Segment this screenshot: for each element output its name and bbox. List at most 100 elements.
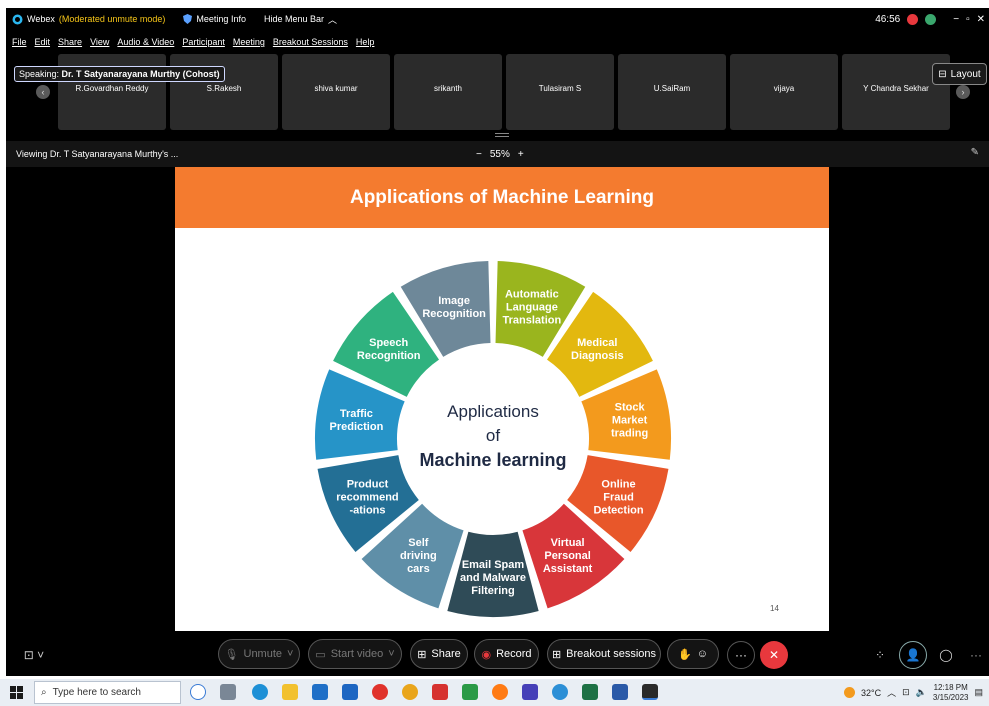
menu-help[interactable]: Help bbox=[356, 37, 375, 47]
emoji-icon: ☺ bbox=[696, 648, 708, 660]
menu-audio-video[interactable]: Audio & Video bbox=[117, 37, 174, 47]
wheel-label-line: and Malware bbox=[460, 572, 526, 584]
participants-icon[interactable]: 👤 bbox=[899, 641, 927, 669]
wheel-segment-label: Stock Market trading bbox=[611, 401, 648, 439]
webex-taskbar-icon[interactable] bbox=[642, 684, 658, 700]
participant-name: R.Govardhan Reddy bbox=[75, 84, 149, 93]
wheel-label-line: Stock bbox=[615, 401, 646, 413]
menu-edit[interactable]: Edit bbox=[35, 37, 51, 47]
system-tray: 32°C ︿ ⊡ 🔈 12:18 PM 3/15/2023 ▤ bbox=[844, 679, 983, 706]
chrome-icon[interactable] bbox=[402, 684, 418, 700]
firefox-icon[interactable] bbox=[492, 684, 508, 700]
ml-applications-wheel: Automatic Language Translation Medical Diagn… bbox=[315, 261, 671, 617]
record-button[interactable]: ◉ Record bbox=[474, 639, 539, 669]
record-label: Record bbox=[496, 648, 532, 660]
record-icon: ◉ bbox=[481, 648, 492, 661]
menu-file[interactable]: File bbox=[12, 37, 27, 47]
menu-bar: File Edit Share View Audio & Video Parti… bbox=[6, 34, 989, 50]
app-icon-green[interactable] bbox=[462, 684, 478, 700]
webex-logo-icon bbox=[12, 14, 23, 24]
search-icon: ⌕ bbox=[41, 687, 47, 698]
windows-start-icon[interactable] bbox=[10, 686, 23, 699]
wheel-label-line: Virtual bbox=[551, 537, 585, 549]
unmute-button[interactable]: 🎙 Unmute ˅ bbox=[218, 639, 300, 669]
annotate-icon[interactable]: ✎ bbox=[971, 147, 979, 158]
resize-handle[interactable] bbox=[495, 133, 509, 137]
wheel-label-line: Self bbox=[408, 537, 429, 549]
store-icon[interactable] bbox=[312, 684, 328, 700]
notifications-icon[interactable]: ▤ bbox=[974, 687, 983, 698]
network-icon[interactable]: ⊡ bbox=[902, 687, 910, 698]
mail-icon[interactable] bbox=[342, 684, 358, 700]
search-placeholder: Type here to search bbox=[52, 687, 141, 698]
edge-icon[interactable] bbox=[252, 684, 268, 700]
wheel-label-line: Filtering bbox=[471, 585, 514, 597]
wheel-label-line: Product bbox=[347, 478, 389, 490]
chevron-up-icon[interactable]: ︿ bbox=[887, 686, 896, 699]
clock-time: 12:18 PM bbox=[933, 682, 968, 692]
share-icon: ⊞ bbox=[417, 648, 427, 661]
start-video-button[interactable]: ▭ Start video ˅ bbox=[308, 639, 402, 669]
participant-name: U.SaiRam bbox=[653, 84, 691, 93]
hide-menu-bar-button[interactable]: Hide Menu Bar ︿ bbox=[264, 13, 337, 26]
app-icon-blue[interactable] bbox=[552, 684, 568, 700]
volume-icon[interactable]: 🔈 bbox=[916, 687, 927, 698]
menu-participant[interactable]: Participant bbox=[182, 37, 225, 47]
participant-name: srikanth bbox=[433, 84, 462, 93]
zoom-level: 55% bbox=[489, 148, 510, 160]
weather-icon bbox=[844, 687, 855, 698]
slide-page-number: 14 bbox=[770, 604, 779, 613]
menu-meeting[interactable]: Meeting bbox=[233, 37, 265, 47]
chat-icon[interactable]: ◯ bbox=[932, 641, 960, 669]
layout-icon: ⊟ bbox=[938, 68, 947, 80]
meeting-info-button[interactable]: Meeting Info bbox=[183, 14, 246, 24]
clock[interactable]: 12:18 PM 3/15/2023 bbox=[933, 683, 969, 703]
wheel-label-line: Assistant bbox=[543, 563, 593, 575]
participant-tile[interactable]: vijaya bbox=[730, 54, 838, 130]
wheel-segment-label: Medical Diagnosis bbox=[571, 337, 624, 362]
webex-window: Webex (Moderated unmute mode) Meeting In… bbox=[6, 8, 989, 676]
menu-view[interactable]: View bbox=[90, 37, 109, 47]
wheel-label-line: Prediction bbox=[330, 421, 384, 433]
layout-label: Layout bbox=[950, 68, 981, 80]
captions-icon[interactable]: ⊡ ˅ bbox=[20, 641, 48, 669]
menu-breakout-sessions[interactable]: Breakout Sessions bbox=[273, 37, 348, 47]
zoom-out-button[interactable]: − bbox=[476, 149, 482, 160]
bing-icon[interactable] bbox=[190, 684, 206, 700]
minimize-icon[interactable]: − bbox=[953, 14, 959, 25]
excel-icon[interactable] bbox=[582, 684, 598, 700]
file-explorer-icon[interactable] bbox=[282, 684, 298, 700]
app-icon-red[interactable] bbox=[432, 684, 448, 700]
strip-prev-button[interactable]: ‹ bbox=[36, 85, 50, 99]
temperature: 32°C bbox=[861, 687, 882, 698]
zoom-in-button[interactable]: + bbox=[518, 149, 524, 160]
breakout-label: Breakout sessions bbox=[566, 648, 657, 660]
participant-tile[interactable]: shiva kumar bbox=[282, 54, 390, 130]
opera-icon[interactable] bbox=[372, 684, 388, 700]
window-controls: 46:56 − ▫ ✕ bbox=[875, 8, 985, 30]
task-view-icon[interactable] bbox=[220, 684, 236, 700]
breakout-sessions-button[interactable]: ⊞ Breakout sessions bbox=[547, 639, 661, 669]
taskbar-search[interactable]: ⌕ Type here to search bbox=[34, 681, 181, 704]
share-button[interactable]: ⊞ Share bbox=[410, 639, 468, 669]
participant-tile[interactable]: Tulasiram S bbox=[506, 54, 614, 130]
more-panels-icon[interactable]: ··· bbox=[962, 641, 989, 669]
meeting-controls: ⊡ ˅ 🎙 Unmute ˅ ▭ Start video ˅ ⊞ Share ◉… bbox=[6, 634, 989, 676]
wheel-label-line: recommend bbox=[336, 491, 398, 503]
strip-next-button[interactable]: › bbox=[956, 85, 970, 99]
apps-icon[interactable]: ⁘ bbox=[866, 641, 894, 669]
more-options-button[interactable]: ··· bbox=[727, 641, 755, 669]
participant-tile[interactable]: U.SaiRam bbox=[618, 54, 726, 130]
menu-share[interactable]: Share bbox=[58, 37, 82, 47]
start-video-label: Start video bbox=[330, 648, 384, 660]
reactions-button[interactable]: ✋ ☺ bbox=[667, 639, 719, 669]
close-icon[interactable]: ✕ bbox=[977, 14, 985, 25]
word-icon[interactable] bbox=[612, 684, 628, 700]
wheel-label-line: Medical bbox=[577, 337, 617, 349]
app-icon-purple[interactable] bbox=[522, 684, 538, 700]
participant-tile[interactable]: srikanth bbox=[394, 54, 502, 130]
leave-meeting-button[interactable]: ✕ bbox=[760, 641, 788, 669]
layout-button[interactable]: ⊟ Layout bbox=[932, 63, 987, 85]
restore-icon[interactable]: ▫ bbox=[966, 14, 970, 25]
shield-icon bbox=[183, 14, 193, 24]
